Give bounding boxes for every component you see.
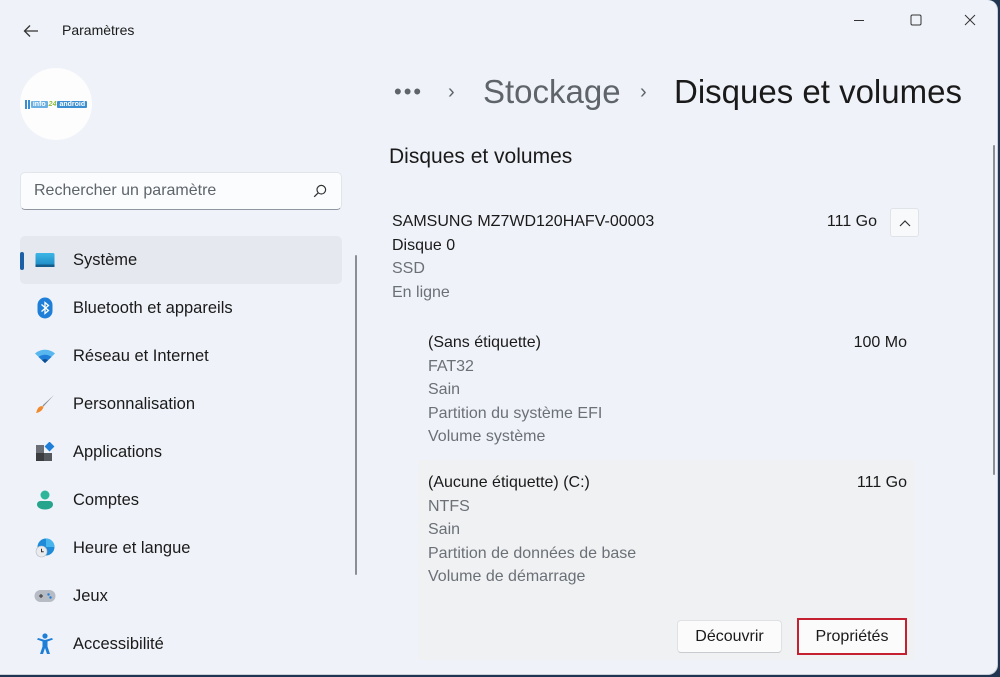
- sidebar-item-comptes[interactable]: Comptes: [20, 476, 342, 524]
- volume-size: 100 Mo: [853, 334, 907, 351]
- paintbrush-icon: [34, 393, 56, 415]
- maximize-button[interactable]: [893, 6, 939, 34]
- disk-type: SSD: [392, 260, 425, 277]
- account-icon: [34, 489, 56, 511]
- volume-label: (Sans étiquette): [428, 334, 541, 351]
- breadcrumb-separator: ›: [448, 80, 455, 103]
- main-scrollbar[interactable]: [993, 145, 995, 475]
- close-button[interactable]: [947, 6, 993, 34]
- volume-role: Volume système: [428, 428, 546, 445]
- minimize-icon: [854, 20, 864, 21]
- volume-partition-type: Partition de données de base: [428, 544, 637, 562]
- chevron-up-icon: [899, 219, 910, 226]
- settings-window: Paramètres info 24 android Système: [0, 0, 998, 675]
- discover-button[interactable]: Découvrir: [677, 620, 782, 653]
- info24android-logo: info 24 android: [24, 99, 88, 109]
- sidebar-item-label: Accessibilité: [73, 634, 164, 653]
- system-display-icon: [34, 249, 56, 271]
- sidebar-scrollbar[interactable]: [355, 255, 357, 575]
- sidebar-item-label: Comptes: [73, 490, 140, 509]
- disk-entry: SAMSUNG MZ7WD120HAFV-00003 Disque 0 SSD …: [392, 208, 920, 304]
- volume-partition-type: Partition du système EFI: [428, 404, 603, 422]
- volume-role: Volume de démarrage: [428, 568, 586, 585]
- wifi-icon: [34, 345, 56, 367]
- back-button[interactable]: [18, 18, 44, 44]
- maximize-icon: [910, 14, 922, 26]
- apps-icon: [34, 441, 56, 463]
- sidebar-item-personnalisation[interactable]: Personnalisation: [20, 380, 342, 428]
- volume-item[interactable]: (Sans étiquette) FAT32 Sain Partition du…: [418, 320, 915, 458]
- close-icon: [964, 14, 976, 26]
- active-indicator: [20, 252, 24, 270]
- disk-number: Disque 0: [392, 236, 456, 254]
- sidebar-item-label: Applications: [73, 442, 162, 461]
- logo-info: info: [30, 100, 48, 108]
- user-avatar[interactable]: info 24 android: [20, 68, 92, 140]
- disk-size: 111 Go: [826, 213, 877, 230]
- volume-health: Sain: [428, 381, 461, 398]
- properties-button[interactable]: Propriétés: [797, 618, 907, 655]
- volume-filesystem: NTFS: [428, 497, 470, 515]
- sidebar-item-reseau[interactable]: Réseau et Internet: [20, 332, 342, 380]
- breadcrumb-more-button[interactable]: •••: [394, 70, 423, 114]
- collapse-disk-button[interactable]: [890, 208, 919, 237]
- sidebar-item-systeme[interactable]: Système: [20, 236, 342, 284]
- breadcrumb-parent[interactable]: Stockage: [483, 70, 621, 114]
- logo-android: android: [57, 100, 88, 108]
- back-arrow-icon: [23, 25, 38, 37]
- sidebar-item-applications[interactable]: Applications: [20, 428, 342, 476]
- search-icon[interactable]: [311, 182, 329, 200]
- sidebar-item-label: Heure et langue: [73, 538, 191, 557]
- sidebar-item-heure-langue[interactable]: Heure et langue: [20, 524, 342, 572]
- sidebar-item-bluetooth[interactable]: Bluetooth et appareils: [20, 284, 342, 332]
- search-input[interactable]: [34, 182, 311, 200]
- time-language-icon: [34, 537, 56, 559]
- sidebar-item-label: Réseau et Internet: [73, 346, 209, 365]
- breadcrumb-separator: ›: [640, 80, 647, 103]
- gamepad-icon: [34, 585, 56, 607]
- volume-filesystem: FAT32: [428, 357, 474, 375]
- search-box[interactable]: [20, 172, 342, 210]
- section-title: Disques et volumes: [389, 145, 573, 168]
- sidebar-nav: Système Bluetooth et appareils Réseau et…: [20, 236, 342, 668]
- sidebar-item-label: Système: [73, 250, 138, 269]
- sidebar-item-label: Jeux: [73, 586, 108, 605]
- sidebar-item-label: Bluetooth et appareils: [73, 298, 233, 317]
- minimize-button[interactable]: [836, 6, 882, 34]
- sidebar-item-jeux[interactable]: Jeux: [20, 572, 342, 620]
- sidebar-item-accessibilite[interactable]: Accessibilité: [20, 620, 342, 668]
- disk-status: En ligne: [392, 283, 450, 301]
- logo-bars: [24, 99, 30, 109]
- sidebar-item-label: Personnalisation: [73, 394, 195, 413]
- page-title: Disques et volumes: [674, 73, 962, 110]
- accessibility-icon: [34, 633, 56, 655]
- volume-health: Sain: [428, 521, 461, 538]
- app-title: Paramètres: [62, 22, 135, 38]
- logo-24: 24: [48, 100, 57, 108]
- volume-label: (Aucune étiquette) (C:): [428, 474, 590, 491]
- volume-size: 111 Go: [856, 474, 907, 491]
- bluetooth-icon: [34, 297, 56, 319]
